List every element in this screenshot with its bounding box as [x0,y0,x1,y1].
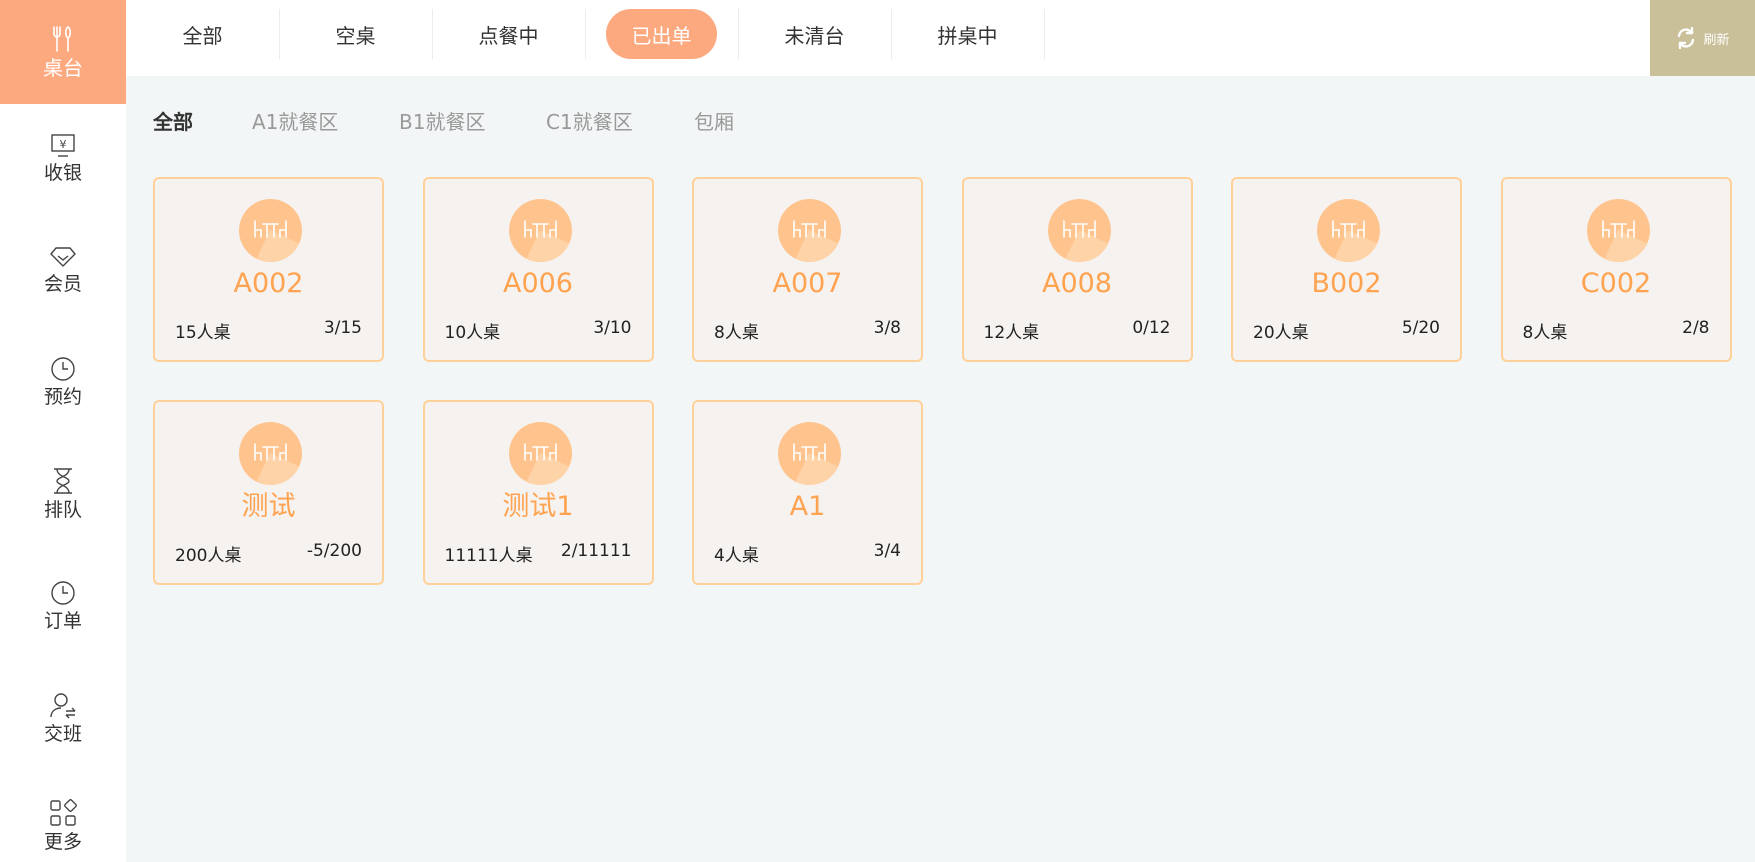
sidebar-item-cashier[interactable]: ¥ 收银 [0,118,126,198]
refresh-icon [1678,27,1695,49]
table-card[interactable]: A007 8人桌 3/8 [692,177,923,362]
table-occupancy: 0/12 [1132,318,1171,338]
zone-filter-b1[interactable]: B1就餐区 [399,108,485,136]
table-icon-circle [508,422,572,485]
sidebar-item-label: 桌台 [43,56,83,80]
table-name: B002 [1311,268,1382,299]
table-capacity: 11111人桌 [444,546,533,566]
table-capacity: 12人桌 [983,323,1040,343]
dining-table-icon [1062,220,1096,238]
table-name: A002 [233,268,304,299]
table-capacity: 20人桌 [1253,323,1309,343]
table-icon-circle [778,199,841,262]
sidebar-item-tables[interactable]: 桌台 [0,0,126,104]
dining-table-icon [793,220,826,238]
user-switch-icon [50,693,76,719]
hourglass-icon [54,468,72,494]
table-occupancy: 3/4 [873,541,901,561]
table-name: 测试1 [502,491,574,522]
tab-uncleared[interactable]: 未清台 [738,9,891,59]
refresh-label: 刷新 [1703,32,1730,48]
table-capacity: 15人桌 [175,323,231,343]
table-capacity: 8人桌 [714,323,759,343]
table-name: A007 [772,268,843,299]
table-capacity: 200人桌 [175,546,242,566]
sidebar-item-members[interactable]: 会员 [0,230,126,310]
sidebar-item-label: 会员 [43,273,82,295]
tab-divider [1044,9,1045,59]
table-name: A006 [502,268,573,299]
dining-table-icon [1332,220,1365,238]
table-name: A1 [789,491,826,522]
table-occupancy: 5/20 [1401,318,1440,338]
table-capacity: 4人桌 [714,546,759,566]
table-occupancy: 3/10 [593,318,632,338]
table-occupancy: 2/11111 [560,541,632,561]
fork-knife-icon [53,26,72,52]
tab-ordering[interactable]: 点餐中 [432,9,585,59]
zone-filter-c1[interactable]: C1就餐区 [546,108,633,136]
cashier-icon: ¥ [51,134,75,157]
clock-icon [51,357,75,381]
tab-empty[interactable]: 空桌 [279,9,432,59]
table-icon-circle [239,422,302,485]
refresh-button[interactable]: 刷新 [1650,0,1755,76]
dining-table-icon [254,220,287,238]
table-icon-circle [1586,199,1650,262]
sidebar-item-label: 排队 [43,499,82,521]
table-icon-circle [239,199,302,262]
sidebar-item-label: 订单 [43,610,82,632]
dining-table-icon [523,220,557,238]
zone-filter-private-room[interactable]: 包厢 [694,108,734,136]
dining-table-icon [1601,220,1635,238]
dining-table-icon [793,443,826,461]
sidebar-item-more[interactable]: 更多 [0,790,126,862]
tab-billed[interactable]: 已出单 [606,9,717,59]
zone-filter-all[interactable]: 全部 [153,108,193,136]
table-card[interactable]: A008 12人桌 0/12 [961,177,1193,362]
table-name: A008 [1041,268,1112,299]
table-card[interactable]: 测试 200人桌 -5/200 [153,400,384,585]
svg-text:¥: ¥ [60,138,67,151]
clock-icon [51,581,75,605]
sidebar-item-orders[interactable]: 订单 [0,566,126,646]
table-occupancy: 2/8 [1682,318,1710,338]
sidebar-item-label: 收银 [43,162,82,184]
sidebar-item-reservation[interactable]: 预约 [0,342,126,422]
status-tab-bar: 全部 空桌 点餐中 已出单 未清台 拼桌中 刷新 [126,0,1755,76]
table-card[interactable]: A002 15人桌 3/15 [153,177,384,362]
table-card[interactable]: B002 20人桌 5/20 [1231,177,1462,362]
sidebar-item-shift[interactable]: 交班 [0,678,126,758]
sidebar: 桌台 ¥ 收银 会员 预约 排队 订单 交班 更多 [0,0,126,862]
table-icon-circle [778,422,841,485]
table-icon-circle [1317,199,1380,262]
sidebar-item-queue[interactable]: 排队 [0,454,126,534]
sidebar-item-label: 预约 [43,386,82,408]
sidebar-item-label: 更多 [43,831,82,853]
dining-table-icon [254,443,287,461]
diamond-icon [50,247,76,267]
table-card[interactable]: C002 8人桌 2/8 [1500,177,1732,362]
sidebar-item-label: 交班 [43,723,82,745]
tab-divider [585,9,586,59]
tab-shared[interactable]: 拼桌中 [891,9,1044,59]
table-occupancy: 3/15 [323,318,362,338]
table-icon-circle [508,199,572,262]
table-name: C002 [1580,268,1652,299]
table-card[interactable]: A006 10人桌 3/10 [422,177,654,362]
grid-icon [50,799,77,826]
table-occupancy: -5/200 [306,541,362,561]
dining-table-icon [523,443,557,461]
zone-filter-a1[interactable]: A1就餐区 [252,108,338,136]
table-capacity: 8人桌 [1522,323,1568,343]
table-occupancy: 3/8 [873,318,901,338]
tab-all[interactable]: 全部 [126,9,279,59]
table-card[interactable]: A1 4人桌 3/4 [692,400,923,585]
table-card[interactable]: 测试1 11111人桌 2/11111 [422,400,654,585]
table-icon-circle [1047,199,1111,262]
table-capacity: 10人桌 [444,323,501,343]
table-name: 测试 [241,491,296,522]
